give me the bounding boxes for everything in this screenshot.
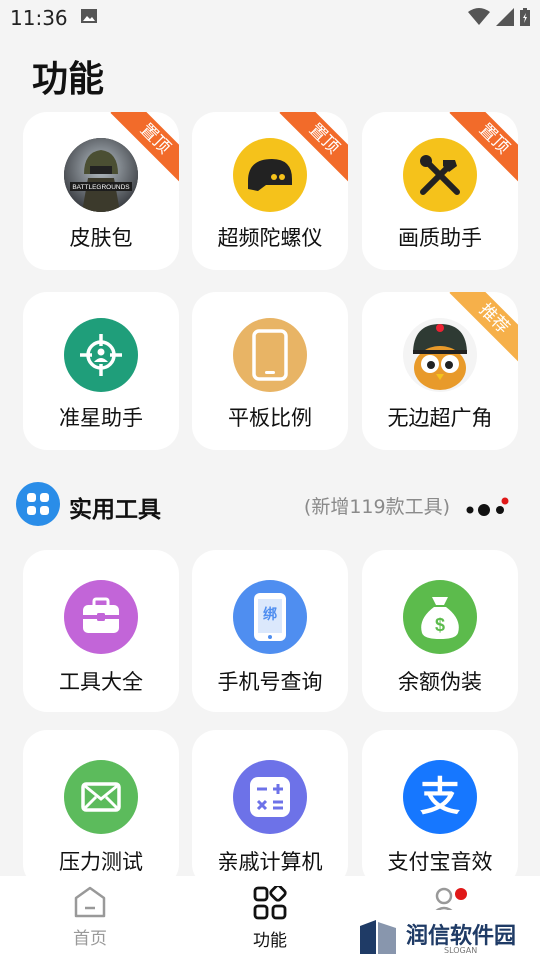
tool-label: 压力测试 xyxy=(59,850,143,874)
tab-features[interactable]: 功能 xyxy=(225,884,315,951)
feature-card-skin-pack[interactable]: BATTLEGROUNDS 皮肤包 置顶 xyxy=(23,112,179,270)
image-notification-icon xyxy=(81,9,97,23)
status-icons xyxy=(468,8,530,26)
phone-bind-icon: 绑 xyxy=(233,580,307,654)
section-title: 实用工具 xyxy=(69,497,161,523)
calculator-icon xyxy=(233,760,307,834)
tool-label: 余额伪装 xyxy=(398,670,482,694)
feature-label: 皮肤包 xyxy=(69,226,133,250)
watermark-logo xyxy=(360,920,396,954)
money-bag-icon: $ xyxy=(403,580,477,654)
wifi-icon xyxy=(468,8,490,25)
feature-label: 超频陀螺仪 xyxy=(217,226,323,250)
feature-card-gyroscope[interactable]: 超频陀螺仪 置顶 xyxy=(192,112,348,270)
page-title: 功能 xyxy=(32,59,105,100)
tool-card-alipay-sound[interactable]: 支 支付宝音效 xyxy=(362,730,518,888)
feature-card-tablet-ratio[interactable]: 平板比例 xyxy=(192,292,348,450)
feature-label: 画质助手 xyxy=(398,226,482,250)
tool-card-phone-lookup[interactable]: 绑 手机号查询 xyxy=(192,550,348,712)
tool-label: 工具大全 xyxy=(59,670,143,694)
watermark-slogan: SLOGAN xyxy=(444,946,478,955)
toolbox-icon xyxy=(64,580,138,654)
tab-label: 功能 xyxy=(253,931,287,951)
feature-label: 准星助手 xyxy=(59,406,143,430)
tool-card-toolbox[interactable]: 工具大全 xyxy=(23,550,179,712)
tool-card-relative-calc[interactable]: 亲戚计算机 xyxy=(192,730,348,888)
svg-text:BATTLEGROUNDS: BATTLEGROUNDS xyxy=(72,184,130,191)
helmet-icon xyxy=(233,138,307,212)
status-time: 11:36 xyxy=(10,6,68,30)
more-dots-icon[interactable] xyxy=(464,496,510,518)
battery-icon xyxy=(520,8,530,26)
alipay-icon: 支 xyxy=(403,760,477,834)
mail-icon xyxy=(64,760,138,834)
feature-card-crosshair[interactable]: 准星助手 xyxy=(23,292,179,450)
owl-helmet-icon xyxy=(403,318,477,392)
status-bar: 11:36 xyxy=(0,0,540,36)
tool-label: 亲戚计算机 xyxy=(217,850,323,874)
tool-label: 支付宝音效 xyxy=(387,850,493,874)
bind-glyph: 绑 xyxy=(263,607,277,623)
tool-card-balance[interactable]: $ 余额伪装 xyxy=(362,550,518,712)
tools-icon xyxy=(403,138,477,212)
tool-label: 手机号查询 xyxy=(217,670,323,694)
grid-icon xyxy=(253,884,287,920)
alipay-glyph: 支 xyxy=(420,774,460,820)
feature-label: 无边超广角 xyxy=(387,406,493,430)
svg-text:$: $ xyxy=(435,615,445,635)
signal-icon xyxy=(496,8,514,26)
pubg-battlegrounds-icon: BATTLEGROUNDS xyxy=(64,138,138,212)
watermark: 润信软件园 SLOGAN xyxy=(340,910,540,960)
apps-icon xyxy=(16,482,60,526)
tablet-icon xyxy=(233,318,307,392)
section-subtitle: (新增119款工具) xyxy=(303,496,450,518)
feature-card-wide-angle[interactable]: 无边超广角 推荐 xyxy=(362,292,518,450)
feature-card-quality-assistant[interactable]: 画质助手 置顶 xyxy=(362,112,518,270)
tab-label: 首页 xyxy=(73,929,107,949)
home-icon xyxy=(74,886,106,918)
tool-card-stress-test[interactable]: 压力测试 xyxy=(23,730,179,888)
section-header-tools: 实用工具 (新增119款工具) xyxy=(16,482,524,528)
feature-label: 平板比例 xyxy=(228,406,312,430)
tab-home[interactable]: 首页 xyxy=(45,886,135,949)
crosshair-icon xyxy=(64,318,138,392)
